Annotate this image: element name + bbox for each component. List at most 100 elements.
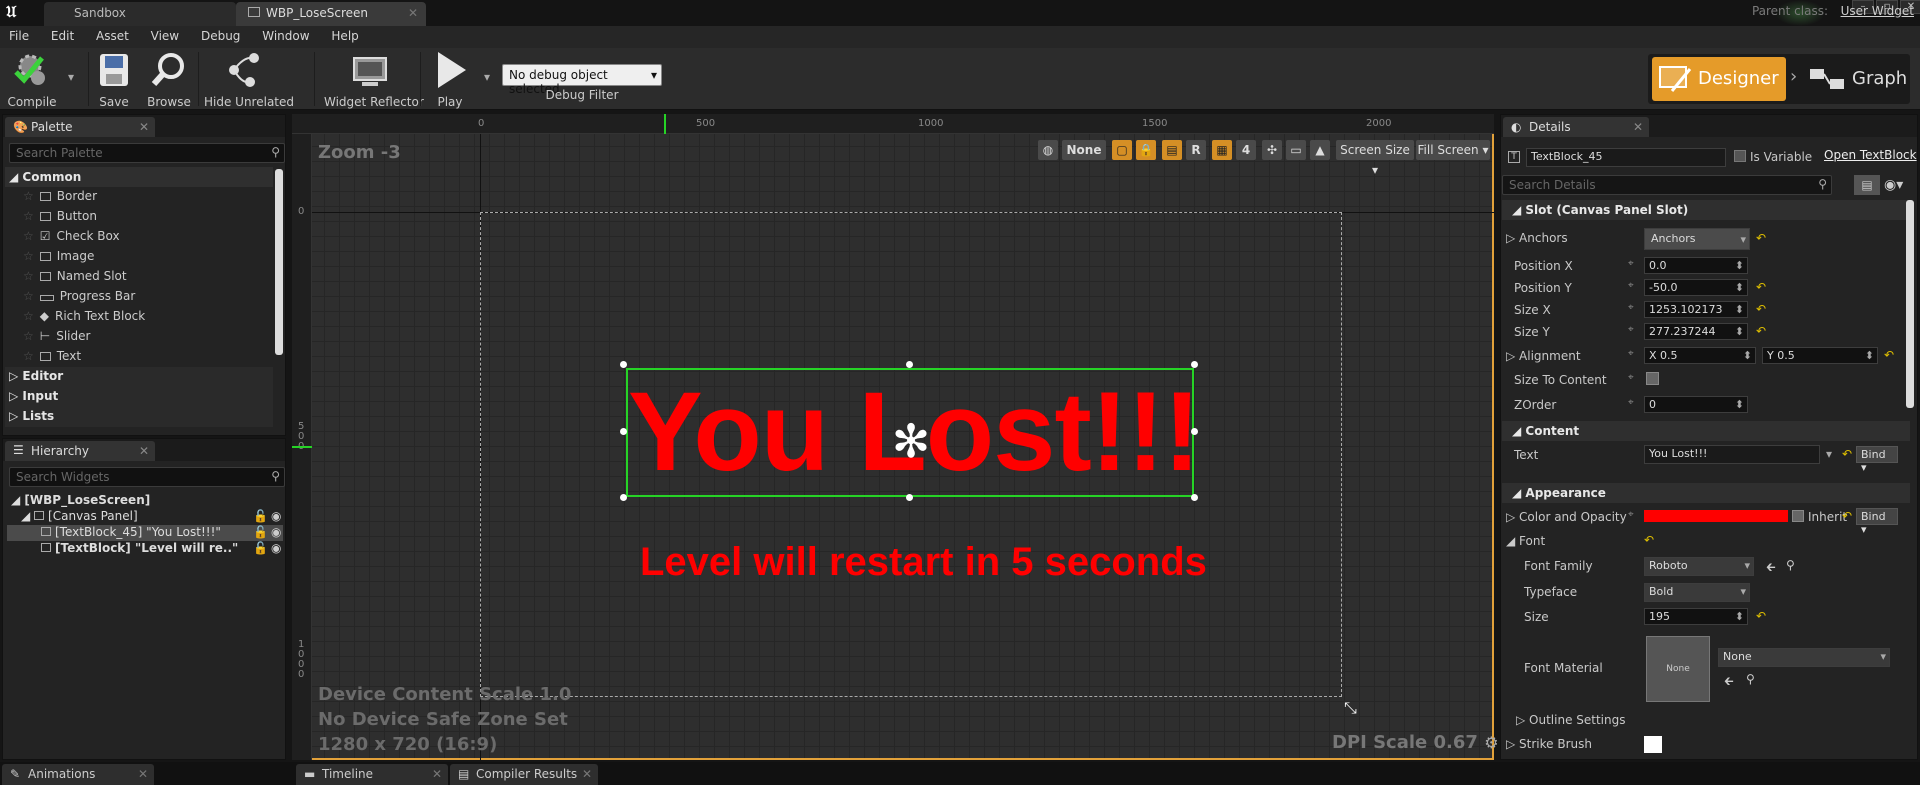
size-y-input[interactable]: 277.237244 ⬍: [1644, 323, 1748, 340]
color-swatch[interactable]: [1644, 510, 1788, 522]
pin-icon[interactable]: ⌖: [1628, 372, 1634, 383]
reset-arrow-icon[interactable]: ↶: [1756, 609, 1766, 623]
browse-button[interactable]: Browse: [144, 50, 194, 109]
tab-hierarchy[interactable]: ☰ Hierarchy ✕: [5, 441, 155, 461]
lock-icon[interactable]: 🔓: [253, 541, 268, 555]
tab-sandbox[interactable]: Sandbox: [44, 2, 236, 26]
palette-item-border[interactable]: ☆ Border: [23, 189, 97, 207]
search-details-input[interactable]: Search Details ⚲: [1502, 175, 1832, 195]
eye-icon[interactable]: ◉: [271, 541, 281, 555]
palette-item-button[interactable]: ☆ Button: [23, 209, 97, 227]
globe-icon[interactable]: ◍: [1038, 140, 1058, 160]
palette-item-rich-text[interactable]: ☆ ◆ Rich Text Block: [23, 309, 145, 327]
hierarchy-item-textblock[interactable]: [TextBlock] "Level will re..": [41, 541, 238, 557]
close-icon[interactable]: ✕: [1633, 120, 1643, 134]
chevron-down-icon[interactable]: ▾: [68, 70, 74, 84]
resize-arrow-icon[interactable]: ⤡: [1344, 698, 1357, 718]
close-icon[interactable]: ✕: [408, 6, 418, 20]
resize-handle[interactable]: [620, 428, 627, 435]
grid-size-dropdown[interactable]: 4: [1236, 140, 1256, 160]
tab-wbp-losescreen[interactable]: WBP_LoseScreen ✕: [236, 2, 426, 26]
pin-icon[interactable]: ⌖: [1628, 324, 1634, 335]
graph-mode-button[interactable]: Graph: [1806, 57, 1910, 101]
chevron-down-icon[interactable]: ▾: [1826, 447, 1832, 461]
font-material-dropdown[interactable]: None ▾: [1718, 648, 1890, 667]
reset-arrow-icon[interactable]: ↶: [1644, 533, 1654, 547]
close-icon[interactable]: ✕: [139, 444, 149, 458]
size-to-content-checkbox[interactable]: [1646, 372, 1659, 385]
typeface-dropdown[interactable]: Bold ▾: [1644, 583, 1750, 602]
search-icon[interactable]: ⚲: [1746, 672, 1755, 686]
reset-arrow-icon[interactable]: ↶: [1756, 302, 1766, 316]
text-input[interactable]: You Lost!!!: [1644, 445, 1820, 464]
resize-handle[interactable]: [906, 361, 913, 368]
search-palette-input[interactable]: Search Palette ⚲: [9, 143, 285, 163]
pin-icon[interactable]: ⌖: [1628, 509, 1634, 520]
pin-icon[interactable]: ⌖: [1628, 280, 1634, 291]
palette-item-checkbox[interactable]: ☆ ☑ Check Box: [23, 229, 120, 247]
size-x-input[interactable]: 1253.102173 ⬍: [1644, 301, 1748, 318]
reset-arrow-icon[interactable]: ↶: [1756, 231, 1766, 245]
resize-handle[interactable]: [1191, 494, 1198, 501]
close-icon[interactable]: ✕: [138, 767, 148, 781]
resize-handle[interactable]: [620, 494, 627, 501]
widget-name-input[interactable]: TextBlock_45: [1526, 148, 1726, 167]
eye-icon[interactable]: ◉: [271, 525, 281, 539]
tab-compiler-results[interactable]: ▤ Compiler Results ✕: [450, 764, 598, 785]
position-x-input[interactable]: 0.0 ⬍: [1644, 257, 1748, 274]
chevron-down-icon[interactable]: ▾: [484, 70, 490, 84]
strike-brush-swatch[interactable]: [1644, 736, 1662, 753]
screen-size-dropdown[interactable]: Screen Size ▾: [1336, 140, 1414, 177]
anchors-dropdown[interactable]: Anchors ▾: [1644, 228, 1750, 250]
content-section-header[interactable]: ◢ Content: [1502, 421, 1910, 441]
palette-item-named-slot[interactable]: ☆ Named Slot: [23, 269, 127, 287]
parent-class-link[interactable]: User Widget: [1841, 4, 1914, 18]
compile-button[interactable]: Compile: [4, 50, 60, 109]
color-bind-button[interactable]: Bind ▾: [1856, 508, 1898, 536]
arrow-left-icon[interactable]: 🡰: [1724, 672, 1734, 693]
slot-section-header[interactable]: ◢ Slot (Canvas Panel Slot): [1502, 200, 1910, 220]
is-variable-checkbox[interactable]: [1734, 150, 1746, 162]
tab-details[interactable]: ◐ Details ✕: [1503, 117, 1649, 137]
none-dropdown[interactable]: None: [1062, 140, 1106, 160]
layout-toggle[interactable]: ▤: [1162, 140, 1182, 160]
play-button[interactable]: Play: [428, 50, 472, 109]
close-icon[interactable]: ✕: [432, 767, 442, 781]
palette-item-progress-bar[interactable]: ☆ Progress Bar: [23, 289, 135, 307]
menu-debug[interactable]: Debug: [192, 26, 249, 46]
tab-animations[interactable]: ✎ Animations ✕: [2, 764, 154, 785]
reset-arrow-icon[interactable]: ↶: [1842, 509, 1852, 523]
alignment-y-input[interactable]: Y 0.5 ⬍: [1762, 347, 1878, 364]
palette-item-image[interactable]: ☆ Image: [23, 249, 94, 267]
menu-edit[interactable]: Edit: [42, 26, 83, 46]
hierarchy-root[interactable]: ◢ [WBP_LoseScreen]: [11, 493, 150, 509]
eye-icon[interactable]: ◉▾: [1884, 177, 1903, 193]
eye-icon[interactable]: ◉: [271, 509, 281, 523]
font-material-thumbnail[interactable]: None: [1646, 636, 1710, 702]
designer-mode-button[interactable]: Designer: [1652, 57, 1786, 101]
fill-screen-dropdown[interactable]: Fill Screen ▾: [1416, 140, 1490, 160]
menu-file[interactable]: File: [0, 26, 38, 46]
resize-handle[interactable]: [620, 361, 627, 368]
transform-icon[interactable]: ✣: [1262, 140, 1282, 160]
anchor-flower-icon[interactable]: ✻: [888, 418, 934, 464]
pin-icon[interactable]: ⌖: [1628, 397, 1634, 408]
menu-window[interactable]: Window: [253, 26, 318, 46]
arrow-left-icon[interactable]: 🡰: [1766, 558, 1776, 579]
hierarchy-item-textblock-45[interactable]: [TextBlock_45] "You Lost!!!": [41, 525, 221, 541]
search-icon[interactable]: ⚲: [1786, 558, 1795, 572]
close-icon[interactable]: ✕: [139, 120, 149, 134]
image-icon[interactable]: ▭: [1286, 140, 1306, 160]
open-textblock-link[interactable]: Open TextBlock: [1824, 148, 1917, 162]
save-button[interactable]: Save: [94, 50, 134, 109]
menu-help[interactable]: Help: [322, 26, 367, 46]
resize-handle[interactable]: [1191, 428, 1198, 435]
menu-asset[interactable]: Asset: [87, 26, 138, 46]
reset-arrow-icon[interactable]: ↶: [1756, 280, 1766, 294]
grid-snap-toggle[interactable]: ▦: [1212, 140, 1232, 160]
scrollbar[interactable]: [1906, 200, 1914, 408]
alignment-x-input[interactable]: X 0.5 ⬍: [1644, 347, 1756, 364]
respect-locks-toggle[interactable]: R: [1186, 140, 1206, 160]
palette-item-text[interactable]: ☆ Text: [23, 349, 81, 367]
reset-arrow-icon[interactable]: ↶: [1842, 447, 1852, 461]
